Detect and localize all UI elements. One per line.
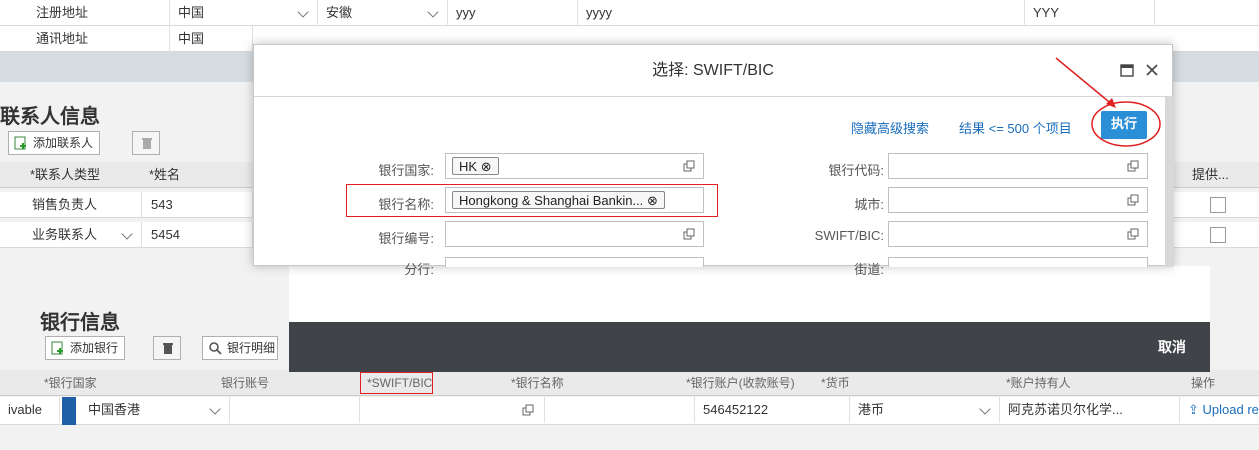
header-bank-account: *银行账户(收款账号) bbox=[686, 376, 795, 390]
header-name: *姓名 bbox=[149, 167, 181, 182]
add-contact-button[interactable]: 添加联系人 bbox=[8, 131, 101, 155]
add-contact-label: 添加联系人 bbox=[33, 136, 94, 150]
token-text: HK bbox=[459, 159, 478, 174]
add-bank-button[interactable]: 添加银行 bbox=[45, 336, 126, 360]
holder-field[interactable]: 阿克苏诺贝尔化学... bbox=[1000, 397, 1180, 423]
field-label: 银行国家: bbox=[378, 163, 434, 178]
bank-number-input[interactable] bbox=[445, 221, 704, 247]
header-holder: *账户持有人 bbox=[1006, 376, 1071, 390]
country-select[interactable]: 中国 bbox=[170, 0, 318, 26]
bank-title: 银行信息 bbox=[40, 312, 120, 334]
remove-token-icon[interactable]: ⊗ bbox=[481, 159, 492, 174]
upload-label: Upload rece bbox=[1202, 402, 1259, 417]
token-hk[interactable]: HK ⊗ bbox=[452, 157, 499, 175]
upload-link[interactable]: ⇪ Upload rece bbox=[1180, 397, 1259, 423]
contact-name[interactable]: 543 bbox=[143, 192, 253, 218]
dialog-header: 选择: SWIFT/BIC bbox=[254, 45, 1172, 97]
city-field[interactable]: yyy bbox=[448, 0, 578, 26]
trash-icon bbox=[142, 138, 152, 149]
delete-contact-button[interactable] bbox=[132, 131, 160, 155]
bank-code-input[interactable] bbox=[888, 153, 1148, 179]
chevron-down-icon bbox=[427, 6, 439, 18]
dialog-title: 选择: SWIFT/BIC bbox=[652, 62, 774, 79]
add-doc-icon bbox=[14, 136, 26, 150]
delete-bank-button[interactable] bbox=[153, 336, 181, 360]
field-label: 银行代码: bbox=[828, 163, 884, 178]
chevron-down-icon bbox=[121, 228, 133, 240]
chevron-down-icon bbox=[979, 403, 991, 415]
street-field[interactable]: yyyy bbox=[578, 0, 1025, 26]
provide-checkbox[interactable] bbox=[1210, 227, 1226, 243]
chevron-down-icon bbox=[297, 6, 309, 18]
swift-input[interactable] bbox=[888, 221, 1148, 247]
hide-advanced-search-link[interactable]: 隐藏高级搜索 bbox=[851, 118, 929, 137]
trash-icon bbox=[163, 343, 173, 354]
provide-checkbox[interactable] bbox=[1210, 197, 1226, 213]
field-label: 城市: bbox=[854, 197, 884, 212]
header-account: 银行账号 bbox=[221, 376, 270, 390]
annotation-arrow-icon bbox=[1055, 57, 1161, 147]
add-bank-label: 添加银行 bbox=[70, 341, 119, 355]
branch-input[interactable] bbox=[445, 257, 704, 267]
contacts-title: 联系人信息 bbox=[0, 106, 100, 128]
extra-field[interactable]: YYY bbox=[1025, 0, 1155, 26]
bank-country-value: 中国香港 bbox=[88, 402, 141, 417]
upload-icon: ⇪ bbox=[1188, 402, 1199, 417]
search-icon bbox=[209, 342, 222, 355]
bank-details-button[interactable]: 银行明细 bbox=[202, 336, 279, 360]
province-value: 安徽 bbox=[326, 5, 353, 20]
row-prefix: ivable bbox=[0, 397, 60, 423]
currency-select[interactable]: 港币 bbox=[850, 397, 1000, 423]
contact-type-select[interactable]: 业务联系人 bbox=[24, 222, 142, 248]
header-actions: 操作 bbox=[1191, 376, 1216, 390]
country-value: 中国 bbox=[178, 5, 205, 20]
header-bank-country: *银行国家 bbox=[44, 376, 97, 390]
header-swift: *SWIFT/BIC bbox=[360, 372, 434, 394]
bank-account-field[interactable]: 546452122 bbox=[695, 397, 850, 423]
bank-name-field[interactable] bbox=[545, 397, 695, 423]
chevron-down-icon bbox=[209, 403, 221, 415]
address-row-registered: 注册地址 中国 安徽 yyy yyyy YYY bbox=[0, 0, 1259, 26]
bank-details-label: 银行明细 bbox=[227, 341, 276, 355]
bank-country-select[interactable]: 中国香港 bbox=[80, 397, 230, 423]
bank-name-highlight-box bbox=[346, 184, 718, 217]
country-value[interactable]: 中国 bbox=[170, 26, 253, 52]
cancel-button[interactable]: 取消 bbox=[1158, 337, 1186, 357]
field-label: 分行: bbox=[404, 262, 434, 277]
value-help-icon[interactable] bbox=[683, 228, 695, 240]
bank-country-input[interactable]: HK ⊗ bbox=[445, 153, 704, 179]
field-label: SWIFT/BIC: bbox=[814, 228, 884, 243]
add-doc-icon bbox=[51, 341, 63, 355]
row-selector[interactable] bbox=[62, 397, 76, 425]
table-row: ivable 中国香港 546452122 港币 阿克苏诺贝尔化学... ⇪ U… bbox=[0, 397, 1259, 425]
street-input[interactable] bbox=[888, 257, 1148, 267]
dialog-footer: 取消 bbox=[289, 322, 1210, 372]
account-field[interactable] bbox=[230, 397, 360, 423]
header-currency: *货币 bbox=[821, 376, 850, 390]
province-select[interactable]: 安徽 bbox=[318, 0, 448, 26]
header-bank-name: *银行名称 bbox=[511, 376, 564, 390]
value-help-icon[interactable] bbox=[1127, 194, 1139, 206]
swift-dialog: 选择: SWIFT/BIC 隐藏高级搜索 结果 <= 500 个项目 执行 银行… bbox=[253, 44, 1174, 277]
address-label: 注册地址 bbox=[28, 0, 170, 26]
contact-type[interactable]: 销售负责人 bbox=[24, 192, 142, 218]
value-help-icon[interactable] bbox=[522, 404, 534, 416]
field-label: 街道: bbox=[854, 262, 884, 277]
address-label: 通讯地址 bbox=[28, 26, 170, 52]
currency-value: 港币 bbox=[858, 402, 885, 417]
header-provide: 提供... bbox=[1192, 167, 1229, 182]
value-help-icon[interactable] bbox=[1127, 228, 1139, 240]
city-input[interactable] bbox=[888, 187, 1148, 213]
value-help-icon[interactable] bbox=[683, 160, 695, 172]
field-label: 银行编号: bbox=[378, 231, 434, 246]
swift-field[interactable] bbox=[360, 397, 545, 423]
header-contact-type: *联系人类型 bbox=[30, 167, 101, 182]
contact-type: 业务联系人 bbox=[32, 227, 98, 242]
bank-header: *银行国家 银行账号 *SWIFT/BIC *银行名称 *银行账户(收款账号) … bbox=[0, 370, 1259, 396]
contact-name[interactable]: 5454 bbox=[143, 222, 253, 248]
value-help-icon[interactable] bbox=[1127, 160, 1139, 172]
